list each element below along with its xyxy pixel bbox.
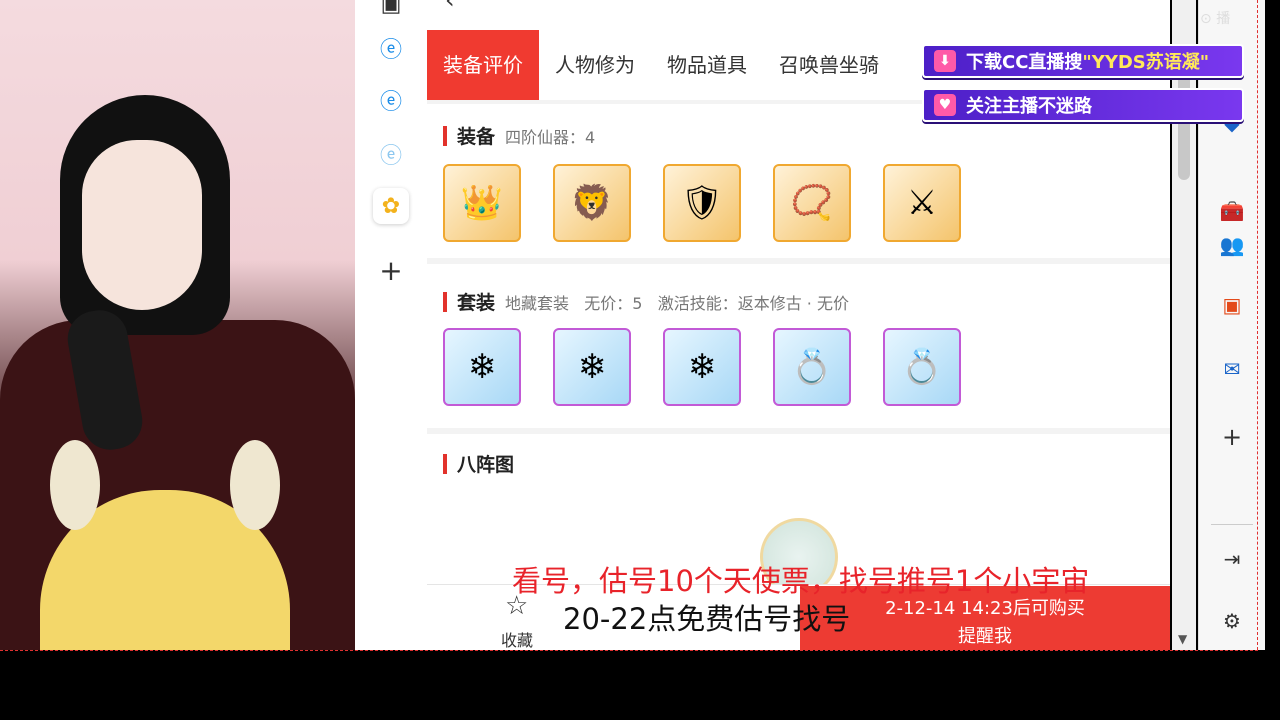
- scroll-down-icon[interactable]: ▼: [1178, 632, 1187, 646]
- frame-line: [0, 650, 1258, 651]
- gold-mask-icon[interactable]: 🦁: [553, 164, 631, 242]
- tab-pets[interactable]: 召唤兽坐骑: [763, 30, 895, 100]
- ice-pendant-icon[interactable]: ❄: [553, 328, 631, 406]
- back-icon[interactable]: ‹: [445, 0, 455, 14]
- tab-items[interactable]: 物品道具: [651, 30, 763, 100]
- browser-icon-2[interactable]: ⓔ: [373, 82, 409, 118]
- browser-icon-3[interactable]: ⓔ: [373, 136, 409, 172]
- office-icon[interactable]: ▣: [1217, 290, 1247, 320]
- ice-ring-2-icon[interactable]: 💍: [883, 328, 961, 406]
- download-highlight: "YYDS苏语凝": [1082, 52, 1210, 73]
- equip-title: 装备 四阶仙器：4: [443, 122, 595, 149]
- tab-character[interactable]: 人物修为: [539, 30, 651, 100]
- cc-logo-icon: ⊙: [1200, 11, 1212, 27]
- outlook-icon[interactable]: ✉: [1217, 354, 1247, 384]
- section-meta: 四阶仙器：4: [505, 127, 596, 147]
- ice-crown-icon[interactable]: ❄: [443, 328, 521, 406]
- gold-armor-icon[interactable]: 🛡: [663, 164, 741, 242]
- favorite-label[interactable]: 收藏: [501, 627, 533, 650]
- game-app-icon[interactable]: ✿: [373, 188, 409, 224]
- section-name: 套装: [457, 292, 496, 314]
- blue-weapon-icon[interactable]: ⚔: [883, 164, 961, 242]
- equip-section: 装备 四阶仙器：4 👑 🦁 🛡 📿 ⚔: [427, 104, 1170, 258]
- section-name: 八阵图: [457, 454, 515, 476]
- suit-section: 套装 地藏套装 无价：5 激活技能：返本修古 · 无价 ❄ ❄ ❄ 💍 💍: [427, 264, 1170, 428]
- heart-icon: ♥: [934, 94, 956, 116]
- streamer-webcam: [0, 0, 355, 650]
- subtitle-line-1: 看号，估号10个天使票，找号推号1个小宇宙: [512, 564, 1090, 598]
- suit-title: 套装 地藏套装 无价：5 激活技能：返本修古 · 无价: [443, 288, 849, 315]
- suit-items: ❄ ❄ ❄ 💍 💍: [443, 328, 961, 406]
- app-sidebar: ▣ ⓔ ⓔ ⓔ ✿ +: [355, 0, 428, 650]
- gold-necklace-icon[interactable]: 📿: [773, 164, 851, 242]
- section-name: 装备: [457, 126, 496, 148]
- gear-icon[interactable]: ⚙: [1217, 606, 1247, 636]
- follow-text: 关注主播不迷路: [966, 96, 1092, 117]
- subtitle-line-2: 20-22点免费估号找号: [563, 602, 851, 636]
- gold-helmet-icon[interactable]: 👑: [443, 164, 521, 242]
- add-icon[interactable]: +: [1217, 422, 1247, 452]
- streamer-face: [82, 140, 202, 310]
- frame-line-right: [1257, 0, 1258, 650]
- follow-banner: ♥ 关注主播不迷路: [922, 88, 1244, 122]
- equip-items: 👑 🦁 🛡 📿 ⚔: [443, 164, 961, 242]
- download-text: 下载CC直播搜: [966, 52, 1083, 73]
- section-bar: [443, 125, 447, 146]
- toolbox-icon[interactable]: 🧰: [1217, 196, 1247, 226]
- section-bar: [443, 453, 447, 474]
- add-icon[interactable]: +: [373, 252, 409, 288]
- collapse-icon[interactable]: ⇥: [1217, 544, 1247, 574]
- plush-toy: [40, 440, 290, 650]
- download-banner: ⬇ 下载CC直播搜 "YYDS苏语凝": [922, 44, 1244, 78]
- watermark-text: 播: [1216, 11, 1231, 27]
- divider: [1211, 524, 1253, 525]
- people-icon[interactable]: 👥: [1217, 230, 1247, 260]
- remind-label: 提醒我: [958, 626, 1012, 647]
- panel-header: ‹: [427, 0, 1170, 30]
- section-bar: [443, 291, 447, 312]
- ice-ring-icon[interactable]: 💍: [773, 328, 851, 406]
- window-icon[interactable]: ▣: [373, 0, 409, 22]
- tab-equip-eval[interactable]: 装备评价: [427, 30, 539, 100]
- platform-watermark: ⊙ 播: [1200, 8, 1230, 28]
- browser-icon[interactable]: ⓔ: [373, 30, 409, 66]
- ice-robe-icon[interactable]: ❄: [663, 328, 741, 406]
- section-meta: 地藏套装 无价：5 激活技能：返本修古 · 无价: [505, 293, 849, 313]
- download-icon: ⬇: [934, 50, 956, 72]
- formation-title: 八阵图: [443, 450, 514, 477]
